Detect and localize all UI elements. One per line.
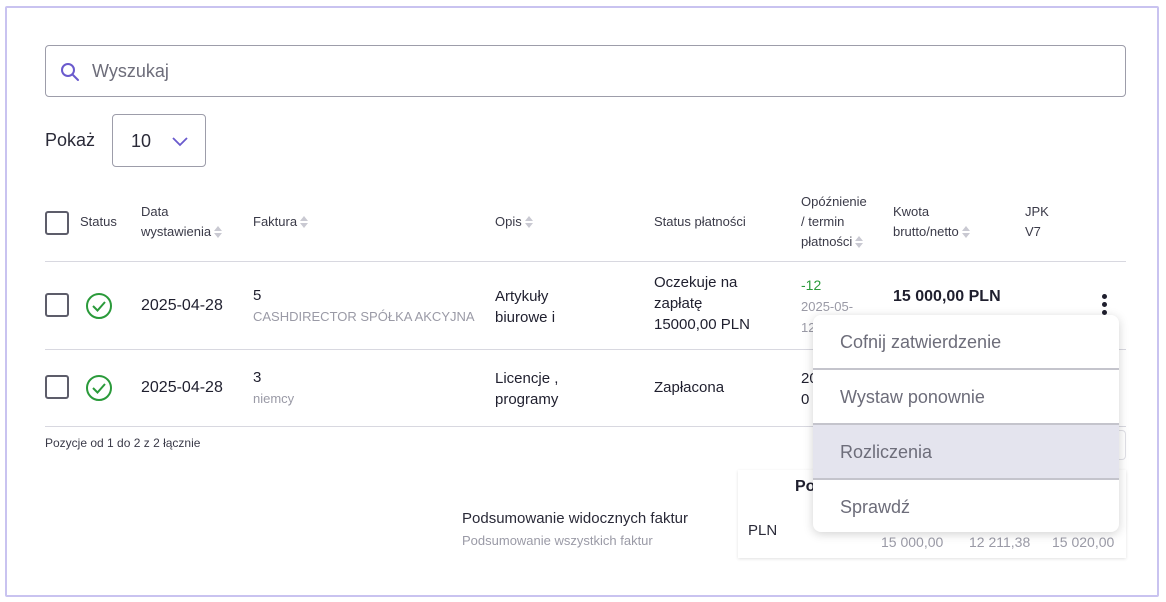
header-date[interactable]: Data wystawienia: [141, 202, 223, 242]
header-jpk-line2: V7: [1025, 224, 1041, 239]
payment-line1: Oczekuje na: [654, 274, 738, 291]
header-amount-line2: brutto/netto: [893, 224, 959, 239]
header-delay-line2: / termin: [801, 214, 845, 229]
desc-line1: Artykuły: [495, 288, 549, 305]
payment-line3: 15000,00 PLN: [654, 316, 750, 333]
header-delay[interactable]: Opóźnienie / termin płatności: [801, 192, 867, 252]
desc-line2: biurowe i: [495, 309, 556, 326]
header-date-line2: wystawienia: [141, 224, 212, 239]
client-name: niemcy: [253, 391, 295, 406]
chevron-down-icon: [172, 137, 188, 147]
page-size-value: 10: [131, 131, 152, 151]
summary-value-net: 12 211,38: [969, 534, 1031, 550]
header-date-line1: Data: [141, 204, 169, 219]
context-menu: Cofnij zatwierdzenie Wystaw ponownie Roz…: [813, 315, 1119, 532]
header-payment-status: Status płatności: [654, 214, 746, 229]
check-circle-icon: [86, 375, 112, 401]
summary-currency: PLN: [748, 522, 778, 539]
header-delay-line1: Opóźnienie: [801, 194, 867, 209]
header-status: Status: [80, 214, 117, 229]
invoice-number: 3: [253, 369, 262, 386]
header-desc[interactable]: Opis: [495, 212, 533, 232]
menu-item-check[interactable]: Sprawdź: [813, 480, 1119, 532]
check-circle-icon: [86, 293, 112, 319]
payment-line2: zapłatę: [654, 295, 703, 312]
sort-icon: [524, 215, 533, 228]
header-delay-line3: płatności: [801, 234, 853, 249]
header-invoice[interactable]: Faktura: [253, 212, 309, 232]
invoice-number: 5: [253, 287, 262, 304]
sort-icon: [961, 225, 970, 238]
menu-item-reissue[interactable]: Wystaw ponownie: [813, 370, 1119, 424]
page-size-select[interactable]: 10: [112, 114, 206, 167]
row-payment-status: Zapłacona: [654, 379, 725, 396]
search-icon: [61, 63, 79, 81]
divider: [45, 261, 1126, 262]
row-payment-status: Oczekuje na zapłatę 15000,00 PLN: [654, 272, 750, 335]
sort-icon: [300, 215, 309, 228]
summary-value-gross: 15 000,00: [881, 534, 944, 550]
header-invoice-label: Faktura: [253, 214, 298, 229]
row-date: 2025-04-28: [141, 297, 223, 314]
pagination-info: Pozycje od 1 do 2 z 2 łącznie: [45, 436, 201, 450]
select-all-checkbox[interactable]: [45, 211, 69, 235]
summary-visible-label: Podsumowanie widocznych faktur: [462, 510, 688, 527]
delay-days: -12: [801, 277, 822, 293]
client-name: CASHDIRECTOR SPÓŁKA AKCYJNA: [253, 309, 475, 324]
menu-item-undo-approval[interactable]: Cofnij zatwierdzenie: [813, 315, 1119, 369]
header-amount[interactable]: Kwota brutto/netto: [893, 202, 970, 242]
row-desc: Artykuły biurowe i: [495, 286, 555, 328]
header-amount-line1: Kwota: [893, 204, 930, 219]
header-jpk-line1: JPK: [1025, 204, 1049, 219]
due-date-line1: 2025-05-: [801, 299, 854, 314]
search-input[interactable]: Wyszukaj: [45, 45, 1126, 97]
row-amount: 15 000,00 PLN: [893, 288, 1001, 305]
menu-item-settlements[interactable]: Rozliczenia: [813, 425, 1119, 479]
row-desc: Licencje , programy: [495, 368, 558, 410]
search-placeholder: Wyszukaj: [92, 61, 169, 81]
desc-line2: programy: [495, 391, 559, 408]
header-desc-label: Opis: [495, 214, 522, 229]
row-invoice[interactable]: 5 CASHDIRECTOR SPÓŁKA AKCYJNA: [253, 285, 475, 327]
row-invoice[interactable]: 3 niemcy: [253, 367, 294, 409]
header-jpk: JPK V7: [1025, 202, 1049, 242]
sort-icon: [855, 235, 864, 248]
row-checkbox[interactable]: [45, 293, 69, 317]
desc-line1: Licencje ,: [495, 370, 559, 387]
sort-icon: [214, 225, 223, 238]
row-checkbox[interactable]: [45, 375, 69, 399]
summary-all-label[interactable]: Podsumowanie wszystkich faktur: [462, 533, 653, 548]
row-date: 2025-04-28: [141, 379, 223, 396]
summary-value-total: 15 020,00: [1052, 534, 1115, 550]
page-size-label: Pokaż: [45, 130, 96, 150]
